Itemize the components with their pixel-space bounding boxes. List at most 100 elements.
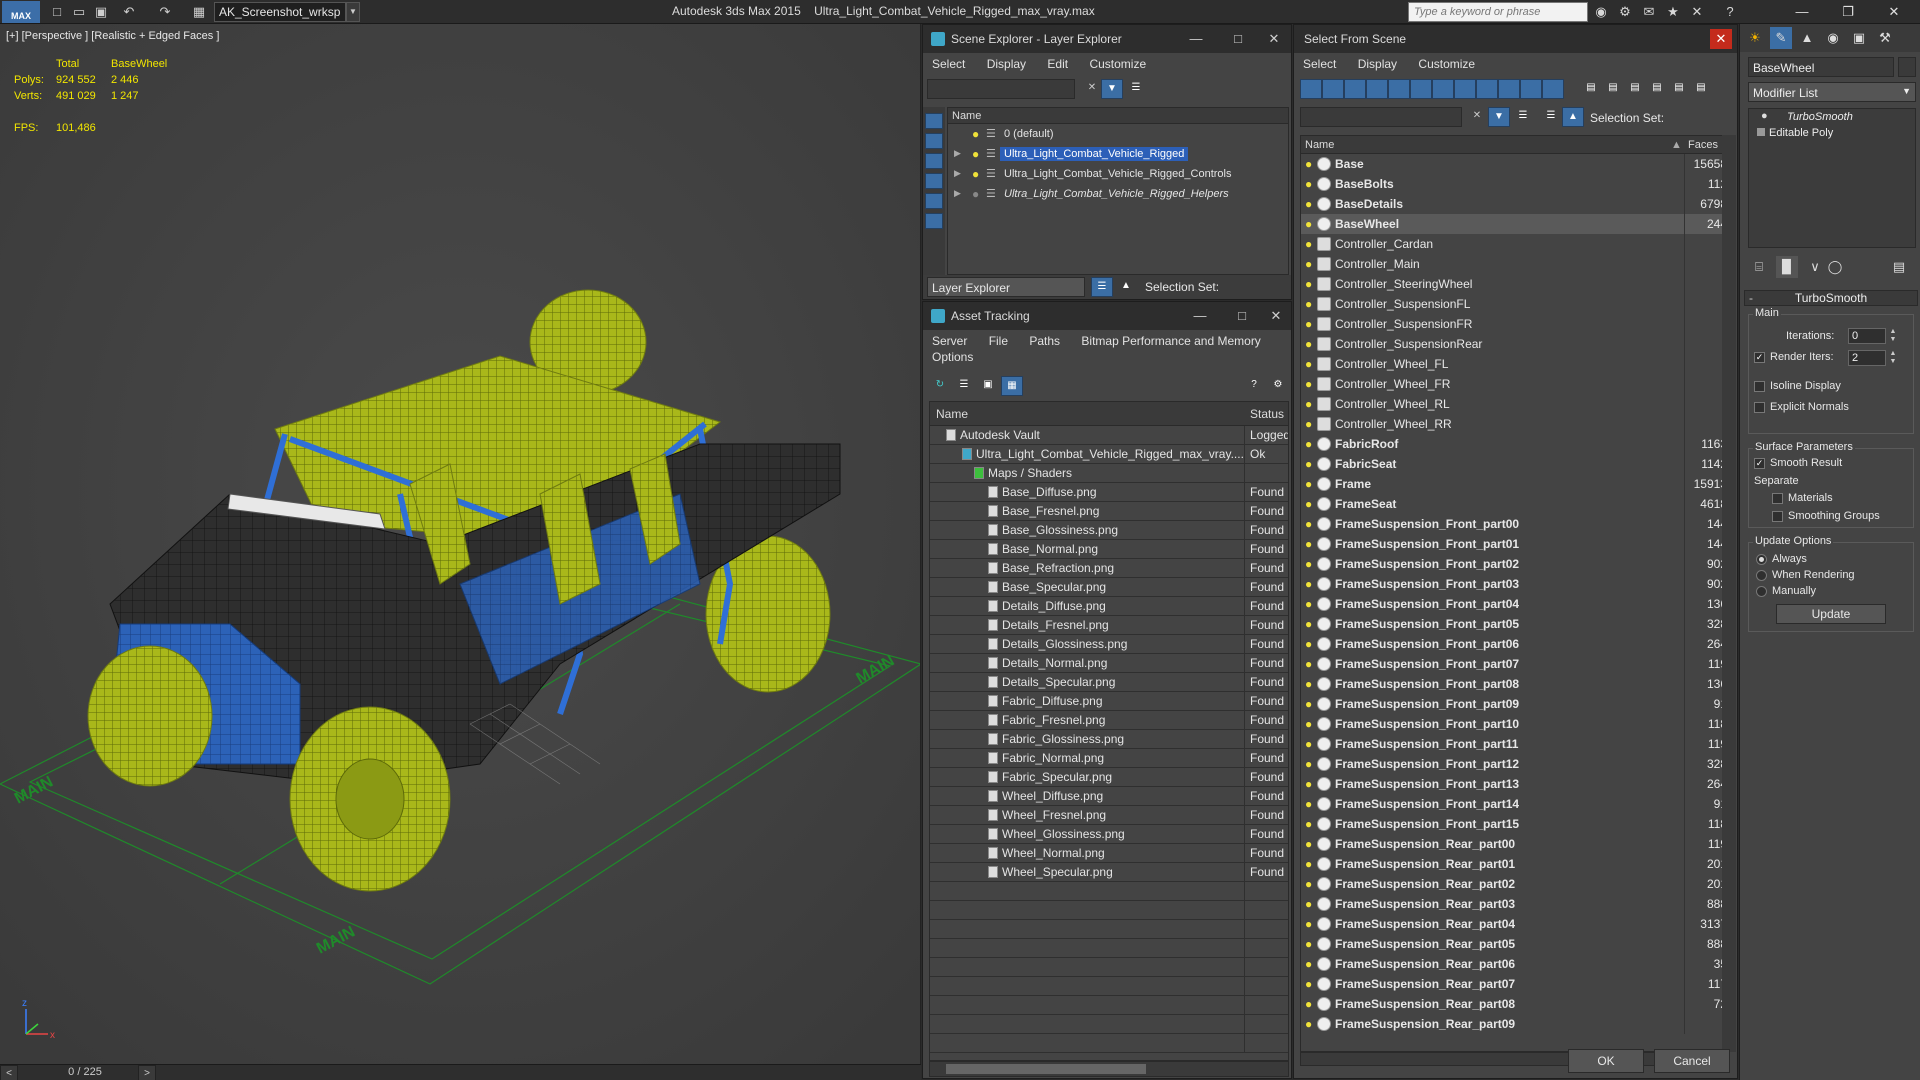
asset-row[interactable]: Fabric_Fresnel.png Found <box>930 711 1288 730</box>
cancel-button[interactable]: Cancel <box>1654 1049 1730 1073</box>
lightbulb-icon[interactable]: ● <box>972 167 979 181</box>
name-column-header[interactable]: Name <box>936 407 968 421</box>
layer-settings-icon[interactable]: ☰ <box>1512 107 1534 127</box>
update-button[interactable]: Update <box>1776 604 1886 624</box>
lightbulb-icon[interactable]: ● <box>1305 817 1312 831</box>
explicit-normals-checkbox[interactable] <box>1754 402 1765 413</box>
select-all-icon[interactable]: ▤ <box>1580 79 1602 99</box>
lightbulb-icon[interactable]: ● <box>1305 437 1312 451</box>
object-row[interactable]: ● FrameSuspension_Rear_part02 201 <box>1301 874 1729 894</box>
explorer-type-dropdown[interactable]: Layer Explorer <box>927 277 1085 297</box>
display-lights-icon[interactable] <box>925 153 943 169</box>
asset-row[interactable]: Wheel_Normal.png Found <box>930 844 1288 863</box>
minimize-icon[interactable]: — <box>1185 306 1215 326</box>
object-row[interactable]: ● FrameSuspension_Front_part02 902 <box>1301 554 1729 574</box>
object-row[interactable]: ● FrameSuspension_Front_part12 328 <box>1301 754 1729 774</box>
lightbulb-icon[interactable]: ● <box>1305 457 1312 471</box>
viewport-label[interactable]: [+] [Perspective ] [Realistic + Edged Fa… <box>6 30 219 42</box>
asset-row[interactable]: Fabric_Glossiness.png Found <box>930 730 1288 749</box>
help-icon[interactable]: ? <box>1720 3 1740 21</box>
clear-filter-icon[interactable]: ✕ <box>1466 107 1488 127</box>
expand-icon[interactable]: ▶ <box>954 148 961 159</box>
hierarchy-tab-icon[interactable]: ▲ <box>1796 27 1818 49</box>
restore-window-icon[interactable]: ❐ <box>1826 0 1870 24</box>
minimize-icon[interactable]: — <box>1181 29 1211 49</box>
lightbulb-icon[interactable]: ● <box>1305 597 1312 611</box>
menu-display[interactable]: Display <box>1349 57 1406 71</box>
save-file-icon[interactable]: ▣ <box>92 3 110 20</box>
modifier-stack[interactable]: ● TurboSmooth Editable Poly <box>1748 108 1916 248</box>
asset-row[interactable]: Wheel_Diffuse.png Found <box>930 787 1288 806</box>
menu-display[interactable]: Display <box>978 57 1035 71</box>
layer-explorer-icon[interactable]: ☰ <box>1091 277 1113 297</box>
faces-column-header[interactable]: Faces <box>1688 139 1718 151</box>
communication-icon[interactable]: ✉ <box>1639 3 1659 21</box>
object-row[interactable]: ● Controller_Wheel_RR <box>1301 414 1729 434</box>
status-column-header[interactable]: Status <box>1250 407 1284 421</box>
modifier-stack-item[interactable]: ● TurboSmooth <box>1749 109 1915 125</box>
menu-select[interactable]: Select <box>1294 57 1345 71</box>
object-row[interactable]: ● FrameSuspension_Front_part15 118 <box>1301 814 1729 834</box>
object-row[interactable]: ● FrameSuspension_Front_part10 118 <box>1301 714 1729 734</box>
find-input[interactable] <box>1300 107 1462 127</box>
asset-row[interactable]: Details_Fresnel.png Found <box>930 616 1288 635</box>
lightbulb-icon[interactable]: ● <box>1305 657 1312 671</box>
lightbulb-icon[interactable]: ● <box>1305 237 1312 251</box>
horizontal-scrollbar[interactable] <box>929 1061 1289 1077</box>
display-geometry-icon[interactable] <box>925 113 943 129</box>
make-unique-icon[interactable]: ∨ <box>1804 256 1826 278</box>
menu-file[interactable]: File <box>980 334 1017 348</box>
redo-icon[interactable]: ↷ <box>156 3 174 20</box>
smooth-result-checkbox[interactable]: ✓ <box>1754 458 1765 469</box>
lightbulb-icon[interactable]: ● <box>1305 697 1312 711</box>
layer-tree[interactable]: Name ● ☰ 0 (default) ▶ ● ☰ Ultra_Light_C… <box>947 107 1289 275</box>
turbosmooth-rollout-header[interactable]: - TurboSmooth <box>1744 290 1918 306</box>
lightbulb-icon[interactable]: ● <box>1305 357 1312 371</box>
object-row[interactable]: ● BaseWheel 244 <box>1301 214 1729 234</box>
object-row[interactable]: ● FrameSuspension_Front_part05 328 <box>1301 614 1729 634</box>
asset-row[interactable]: Base_Fresnel.png Found <box>930 502 1288 521</box>
utilities-tab-icon[interactable]: ⚒ <box>1874 27 1896 49</box>
lightbulb-icon[interactable]: ● <box>1305 837 1312 851</box>
lightbulb-icon[interactable]: ● <box>1305 157 1312 171</box>
lightbulb-icon[interactable]: ● <box>1305 937 1312 951</box>
object-row[interactable]: ● FrameSuspension_Rear_part09 <box>1301 1014 1729 1034</box>
lightbulb-icon[interactable]: ● <box>1305 737 1312 751</box>
lightbulb-icon[interactable]: ● <box>1305 797 1312 811</box>
display-lights-icon[interactable] <box>1344 79 1366 99</box>
asset-table[interactable]: Name Status Autodesk Vault Logged Ultra_Li… <box>929 401 1289 1061</box>
lightbulb-icon[interactable]: ● <box>972 147 979 161</box>
object-row[interactable]: ● Base 15658 <box>1301 154 1729 174</box>
lightbulb-icon[interactable]: ● <box>1305 877 1312 891</box>
asset-row[interactable]: Details_Diffuse.png Found <box>930 597 1288 616</box>
asset-row[interactable]: Details_Normal.png Found <box>930 654 1288 673</box>
lightbulb-icon[interactable]: ● <box>1305 897 1312 911</box>
collapse-icon[interactable]: ▤ <box>1690 79 1712 99</box>
object-row[interactable]: ● FrameSuspension_Front_part08 136 <box>1301 674 1729 694</box>
display-xrefs-icon[interactable] <box>1454 79 1476 99</box>
select-invert-icon[interactable]: ▤ <box>1624 79 1646 99</box>
asset-row[interactable]: Base_Specular.png Found <box>930 578 1288 597</box>
display-tab-icon[interactable]: ▣ <box>1848 27 1870 49</box>
motion-tab-icon[interactable]: ◉ <box>1822 27 1844 49</box>
display-bones-icon[interactable] <box>1476 79 1498 99</box>
remove-modifier-icon[interactable]: ◯ <box>1824 256 1846 278</box>
layer-row[interactable]: ▶ ● ☰ Ultra_Light_Combat_Vehicle_Rigged_… <box>948 164 1288 184</box>
maximize-icon[interactable]: □ <box>1223 29 1253 49</box>
hierarchy-icon[interactable]: ▲ <box>1115 277 1137 297</box>
lightbulb-icon[interactable]: ● <box>1305 857 1312 871</box>
object-row[interactable]: ● Controller_Wheel_FR <box>1301 374 1729 394</box>
menu-paths[interactable]: Paths <box>1020 334 1069 348</box>
menu-server[interactable]: Server <box>923 334 976 348</box>
lightbulb-icon[interactable]: ● <box>1305 777 1312 791</box>
menu-bitmap-performance[interactable]: Bitmap Performance and Memory <box>1072 334 1269 348</box>
spinner-arrows-icon[interactable]: ▲ ▼ <box>1888 350 1898 366</box>
display-shapes-icon[interactable] <box>925 133 943 149</box>
display-helpers-icon[interactable] <box>1388 79 1410 99</box>
close-icon[interactable]: ✕ <box>1710 29 1732 49</box>
isoline-display-checkbox[interactable] <box>1754 381 1765 392</box>
object-row[interactable]: ● FrameSuspension_Front_part07 119 <box>1301 654 1729 674</box>
pin-stack-icon[interactable]: ⌸ <box>1748 256 1770 278</box>
collapse-icon[interactable]: - <box>1749 291 1753 305</box>
object-row[interactable]: ● FrameSuspension_Front_part06 264 <box>1301 634 1729 654</box>
